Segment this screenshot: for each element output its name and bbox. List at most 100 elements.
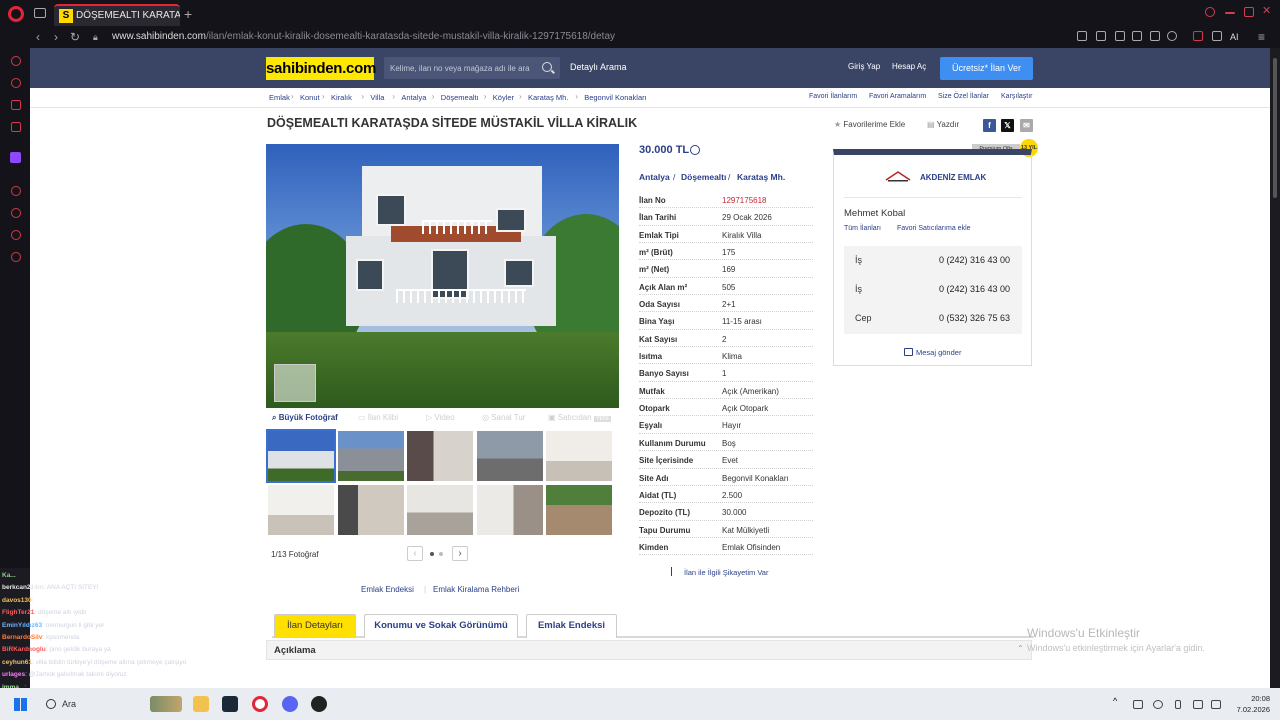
phone-number[interactable]: 0 (242) 316 43 00 [939,284,1010,294]
settings-icon[interactable] [11,252,21,262]
menu-icon[interactable]: ≡ [1258,30,1265,44]
opera-logo-icon[interactable] [8,6,24,22]
crypto-wallet-icon[interactable] [11,78,21,88]
thumbnail[interactable] [546,485,612,535]
extensions-icon[interactable] [11,230,21,240]
location-province[interactable]: Antalya [639,172,670,182]
minimize-icon[interactable] [1225,12,1235,14]
thumbnail[interactable] [266,429,336,483]
user-link[interactable]: Favori İlanlarım [809,93,857,100]
send-message-link[interactable]: Mesaj gönder [916,348,961,357]
phone-number[interactable]: 0 (532) 326 75 63 [939,313,1010,323]
tray-overflow-icon[interactable]: ^ [1113,696,1123,706]
breadcrumb-item[interactable]: Konut [300,93,320,102]
description-section-header[interactable]: Açıklama ⌃ [266,640,1032,660]
url-field[interactable]: www.sahibinden.com/ilan/emlak-konut-kira… [112,31,615,42]
snapshot-icon[interactable] [1115,31,1125,41]
site-logo[interactable]: sahibinden.com [266,57,376,80]
player-icon[interactable] [1150,31,1160,41]
user-link[interactable]: Karşılaştır [1001,93,1033,100]
thumbnail[interactable] [477,431,543,481]
rental-guide-link[interactable]: Emlak Kiralama Rehberi [433,585,519,594]
print-link[interactable]: ▤ Yazdır [927,120,959,129]
post-ad-button[interactable]: Ücretsiz* İlan Ver [940,57,1033,80]
file-explorer-icon[interactable] [193,696,209,712]
all-ads-link[interactable]: Tüm İlanları [844,225,881,232]
breadcrumb-item[interactable]: Antalya [401,93,426,102]
bookmark-icon[interactable] [1096,31,1106,41]
sync-tray-icon[interactable] [1133,700,1143,709]
breadcrumb-item[interactable]: Emlak [269,93,290,102]
location-neighborhood[interactable]: Karataş Mh. [737,172,785,182]
search-icon[interactable] [542,62,552,72]
big-photo-tab[interactable]: ⌕ Büyük Fotoğraf [272,413,338,423]
twitch-icon[interactable] [10,152,21,163]
seller-media-tab[interactable]: ▣ Satıcıdan YENİ [548,413,611,422]
breadcrumb-item[interactable]: Döşemealtı [441,93,479,102]
cloud-tray-icon[interactable] [1153,700,1163,709]
page-scrollbar[interactable] [1270,48,1280,688]
steam-icon[interactable] [222,696,238,712]
reader-icon[interactable] [1077,31,1087,41]
breadcrumb-item[interactable]: Kiralık [331,93,352,102]
breadcrumb-item[interactable]: Villa [370,93,384,102]
page-dot[interactable] [430,552,434,556]
detailed-search-link[interactable]: Detaylı Arama [570,62,627,72]
prev-photos-button[interactable]: ‹ [407,546,423,561]
location-district[interactable]: Döşemealtı [681,172,726,182]
new-tab-button[interactable]: + [184,6,192,22]
emlak-endeksi-link[interactable]: Emlak Endeksi [361,585,414,594]
volume-icon[interactable] [1211,700,1221,709]
messenger-icon[interactable] [11,100,21,110]
aria-icon[interactable] [11,56,21,66]
breadcrumb-item[interactable]: Begonvil Konakları [584,93,647,102]
heart-icon[interactable] [1167,31,1177,41]
aria-ai-button[interactable]: AI [1230,32,1239,42]
player-sidebar-icon[interactable] [11,186,21,196]
obs-icon[interactable] [311,696,327,712]
reload-icon[interactable]: ↻ [70,30,80,44]
phone-number[interactable]: 0 (242) 316 43 00 [939,255,1010,265]
microphone-icon[interactable] [1175,700,1181,709]
search-input[interactable] [384,57,534,79]
maximize-icon[interactable] [1244,7,1254,17]
virtual-tour-tab[interactable]: ◎ Sanal Tur [482,413,525,422]
close-window-icon[interactable]: ✕ [1262,4,1272,17]
complaint-link[interactable]: İlan ile İlgili Şikayetim Var [684,568,768,577]
clip-tab[interactable]: ▭ İlan Klibi [358,413,398,422]
taskbar-search[interactable]: Ara [46,696,136,712]
thumbnail[interactable] [407,485,473,535]
shield-icon[interactable] [1132,31,1142,41]
page-dot[interactable] [439,552,443,556]
tab-location-street-view[interactable]: Konumu ve Sokak Görünümü [364,614,518,638]
tab-emlak-endeksi[interactable]: Emlak Endeksi [526,614,617,638]
workspaces-icon[interactable] [34,8,46,18]
breadcrumb-item[interactable]: Karataş Mh. [528,93,568,102]
main-photo[interactable] [266,144,619,408]
next-photos-button[interactable]: › [452,546,468,561]
thumbnail[interactable] [407,431,473,481]
register-link[interactable]: Hesap Aç [892,62,926,71]
thumbnail[interactable] [546,431,612,481]
network-icon[interactable] [1193,700,1203,709]
news-widget-icon[interactable] [150,696,182,712]
back-icon[interactable]: ‹ [36,30,40,44]
search-tabs-icon[interactable] [1205,7,1215,17]
easy-setup-icon[interactable] [1193,31,1203,41]
price-history-icon[interactable] [690,145,700,155]
login-link[interactable]: Giriş Yap [848,62,880,71]
add-favorite-link[interactable]: ★ Favorilerime Ekle [834,120,905,129]
firm-name[interactable]: AKDENİZ EMLAK [920,173,986,182]
favorite-seller-link[interactable]: Favori Satıcılarıma ekle [897,225,971,232]
forward-icon[interactable]: › [54,30,58,44]
thumbnail[interactable] [338,485,404,535]
discord-icon[interactable] [282,696,298,712]
x-share-icon[interactable]: 𝕏 [1001,119,1014,132]
music-icon[interactable] [11,122,21,132]
firm-logo-icon[interactable] [884,169,912,183]
thumbnail[interactable] [338,431,404,481]
video-tab[interactable]: ▷ Video [426,413,455,422]
browser-tab-active[interactable]: S DÖŞEMEALTI KARATAŞDA [54,4,180,26]
thumbnail[interactable] [268,485,334,535]
facebook-share-icon[interactable]: f [983,119,996,132]
